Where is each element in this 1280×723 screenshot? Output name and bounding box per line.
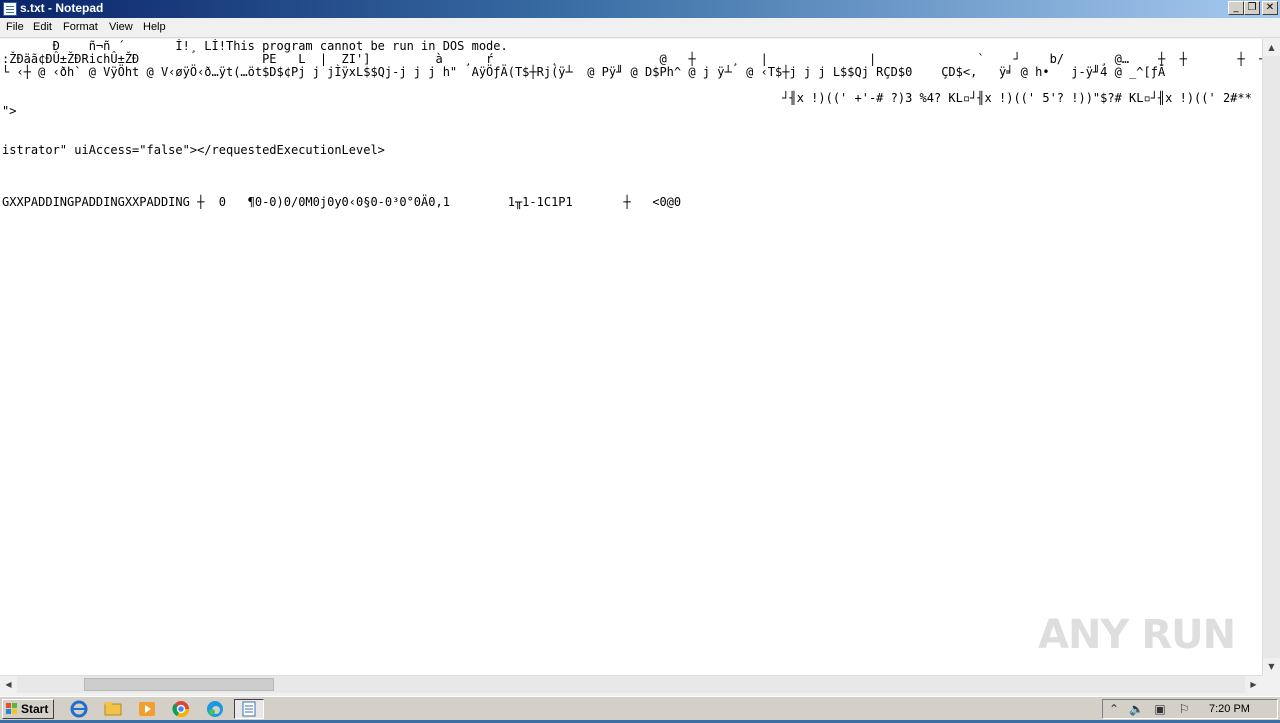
notepad-window: s.txt - Notepad _ ❐ ✕ File Edit Format V…: [0, 0, 1280, 696]
volume-icon[interactable]: 🔈: [1129, 702, 1144, 716]
windows-logo-icon: [6, 703, 18, 715]
anyrun-watermark: ANY RUN: [1038, 612, 1236, 658]
scroll-down-icon[interactable]: ▼: [1263, 658, 1280, 675]
text-line: └ ‹┼ @ ‹ðh` @ VÿÖht @ V‹øÿÖ‹ð…ÿt(…öt$D$¢…: [2, 65, 1166, 79]
notepad-icon: [3, 2, 17, 16]
notepad-taskbar-button[interactable]: [234, 699, 264, 719]
scroll-up-icon[interactable]: ▲: [1263, 39, 1280, 56]
scroll-left-icon[interactable]: ◀: [0, 676, 17, 693]
horizontal-scroll-thumb[interactable]: [84, 678, 274, 691]
clock[interactable]: 7:20 PM: [1209, 703, 1250, 715]
taskbar: Start ⌃ 🔈 ▣ ⚐ 7:20 PM: [0, 696, 1280, 720]
vertical-scrollbar[interactable]: ▲ ▼: [1262, 39, 1280, 675]
action-center-flag-icon[interactable]: ⚐: [1177, 702, 1191, 716]
text-line: istrator" uiAccess="false"></requestedEx…: [2, 143, 385, 157]
menu-format[interactable]: Format: [63, 21, 98, 33]
menu-view[interactable]: View: [109, 21, 133, 33]
show-hidden-icons-icon[interactable]: ⌃: [1107, 702, 1121, 716]
menu-edit[interactable]: Edit: [33, 21, 52, 33]
text-line: ┘╢x !)((' +'-# ?)3 %4? KL▫┘╢x !)((' 5'? …: [2, 91, 1262, 105]
ie-icon[interactable]: [68, 699, 90, 719]
size-grip[interactable]: [1262, 675, 1280, 696]
minimize-button[interactable]: _: [1228, 1, 1244, 15]
network-icon[interactable]: ▣: [1153, 702, 1167, 716]
menu-help[interactable]: Help: [143, 21, 166, 33]
text-line: ">: [2, 104, 17, 118]
media-player-icon[interactable]: [136, 699, 158, 719]
system-tray: ⌃ 🔈 ▣ ⚐ 7:20 PM: [1102, 699, 1278, 719]
chrome-icon[interactable]: [170, 699, 192, 719]
menu-bar: File Edit Format View Help: [0, 18, 1280, 38]
text-line: GXXPADDINGPADDINGXXPADDING ┼ 0 ¶0-0)0/0M…: [2, 195, 682, 209]
menu-file[interactable]: File: [6, 21, 24, 33]
start-label: Start: [21, 702, 49, 716]
start-button[interactable]: Start: [2, 699, 54, 719]
title-bar[interactable]: s.txt - Notepad _ ❐ ✕: [0, 0, 1280, 18]
scroll-right-icon[interactable]: ▶: [1245, 676, 1262, 693]
horizontal-scrollbar[interactable]: ◀ ▶: [0, 675, 1262, 693]
text-editor[interactable]: Ð ñ¬ñ ´ Í!¸ LÍ!This program cannot be ru…: [0, 39, 1262, 675]
edge-icon[interactable]: [204, 699, 226, 719]
window-title: s.txt - Notepad: [20, 1, 104, 15]
restore-button[interactable]: ❐: [1244, 1, 1260, 15]
close-button[interactable]: ✕: [1262, 1, 1278, 15]
explorer-icon[interactable]: [102, 699, 124, 719]
